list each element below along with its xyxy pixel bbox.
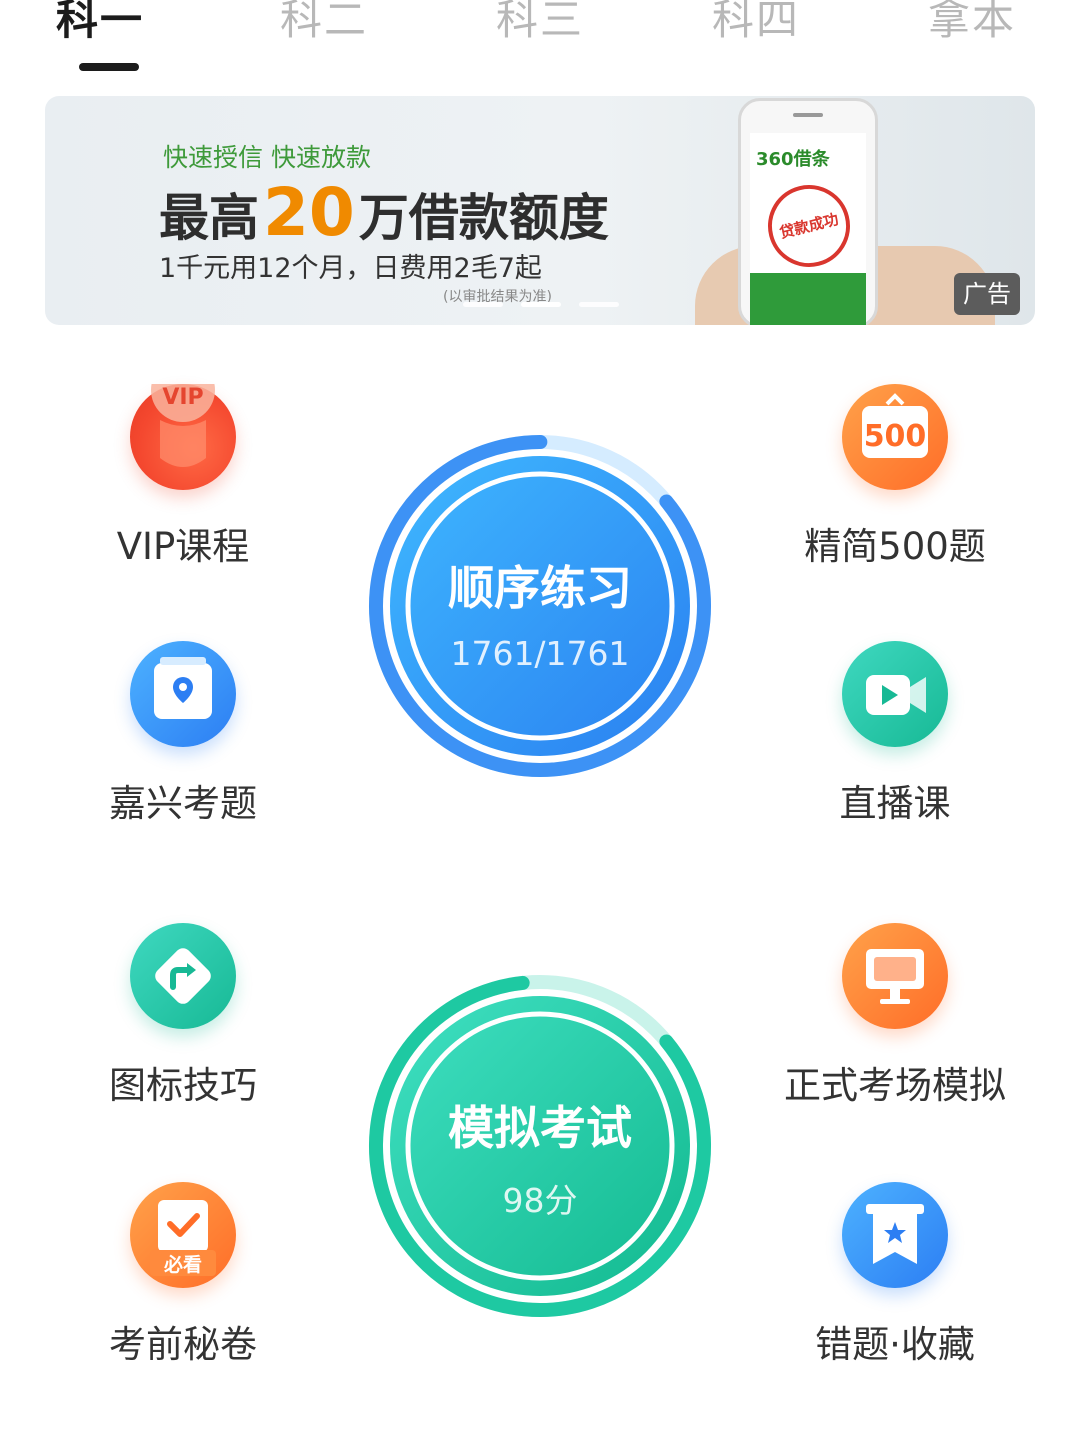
banner-headline-prefix: 最高 bbox=[159, 189, 259, 247]
mock-exam-score: 98分 bbox=[502, 1181, 578, 1220]
tab-subject-3[interactable]: 科三 bbox=[496, 0, 584, 47]
sequential-practice-button[interactable]: 顺序练习 1761/1761 bbox=[368, 434, 712, 778]
sign-tips-label: 图标技巧 bbox=[109, 1064, 257, 1107]
vip-badge-text: VIP bbox=[162, 385, 203, 410]
tab-subject-1[interactable]: 科一 bbox=[56, 0, 144, 47]
500-board-icon: 500 bbox=[842, 384, 948, 490]
banner-pagination bbox=[463, 302, 623, 308]
pre-exam-papers-button[interactable]: 必看 考前秘卷 bbox=[73, 1182, 293, 1382]
local-questions-button[interactable]: 嘉兴考题 bbox=[73, 641, 293, 841]
vip-course-label: VIP课程 bbox=[116, 525, 250, 568]
vip-icon: VIP bbox=[130, 384, 236, 490]
banner-subtitle: 快速授信 快速放款 bbox=[163, 143, 371, 172]
phone-apply-bar bbox=[750, 273, 866, 325]
500-badge-text: 500 bbox=[864, 419, 927, 454]
clipboard-check-icon: 必看 bbox=[130, 1182, 236, 1288]
banner-detail: 1千元用12个月，日费用2毛7起 bbox=[159, 253, 542, 284]
sequential-practice-title: 顺序练习 bbox=[448, 561, 632, 615]
mistakes-favorites-label: 错题·收藏 bbox=[815, 1323, 975, 1366]
mock-exam-title: 模拟考试 bbox=[448, 1101, 632, 1155]
mock-exam-button[interactable]: 模拟考试 98分 bbox=[368, 974, 712, 1318]
live-class-label: 直播课 bbox=[839, 782, 951, 825]
sign-tips-button[interactable]: 图标技巧 bbox=[73, 923, 293, 1123]
banner-dot[interactable] bbox=[579, 302, 619, 307]
banner-headline-suffix: 万借款额度 bbox=[358, 189, 609, 247]
monitor-icon bbox=[842, 923, 948, 1029]
video-play-icon bbox=[842, 641, 948, 747]
subject-tabs: 科一 科二 科三 科四 拿本 bbox=[0, 0, 1080, 80]
road-sign-turn-icon bbox=[130, 923, 236, 1029]
ad-banner[interactable]: 快速授信 快速放款 最高20万借款额度 1千元用12个月，日费用2毛7起 (以审… bbox=[45, 96, 1035, 325]
mistakes-favorites-button[interactable]: 错题·收藏 bbox=[785, 1182, 1005, 1382]
must-see-badge-text: 必看 bbox=[163, 1253, 202, 1276]
phone-brand-logo: 360借条 bbox=[756, 149, 830, 170]
selected-500-label: 精简500题 bbox=[804, 525, 986, 568]
exam-room-simulation-label: 正式考场模拟 bbox=[784, 1064, 1006, 1107]
banner-dot[interactable] bbox=[463, 302, 503, 307]
banner-dot-active[interactable] bbox=[521, 302, 561, 307]
sequential-practice-progress: 1761/1761 bbox=[450, 634, 630, 673]
banner-headline: 最高20万借款额度 bbox=[159, 174, 609, 251]
banner-headline-amount: 20 bbox=[263, 174, 355, 251]
phone-screen: 360借条 贷款成功 bbox=[750, 133, 866, 325]
phone-illustration: 360借条 贷款成功 bbox=[738, 98, 878, 325]
exam-room-simulation-button[interactable]: 正式考场模拟 bbox=[765, 923, 1025, 1123]
local-questions-label: 嘉兴考题 bbox=[109, 782, 257, 825]
bookmark-star-icon bbox=[842, 1182, 948, 1288]
live-class-button[interactable]: 直播课 bbox=[785, 641, 1005, 841]
pre-exam-papers-label: 考前秘卷 bbox=[109, 1323, 257, 1366]
tab-get-license[interactable]: 拿本 bbox=[928, 0, 1016, 47]
success-stamp: 贷款成功 bbox=[759, 176, 859, 276]
location-card-icon bbox=[130, 641, 236, 747]
ad-badge: 广告 bbox=[954, 273, 1020, 315]
vip-course-button[interactable]: VIP VIP课程 bbox=[73, 384, 293, 584]
tab-subject-2[interactable]: 科二 bbox=[280, 0, 368, 47]
active-tab-indicator bbox=[79, 63, 139, 71]
selected-500-button[interactable]: 500 精简500题 bbox=[785, 384, 1005, 584]
tab-subject-4[interactable]: 科四 bbox=[712, 0, 800, 47]
phone-speaker bbox=[793, 113, 823, 117]
